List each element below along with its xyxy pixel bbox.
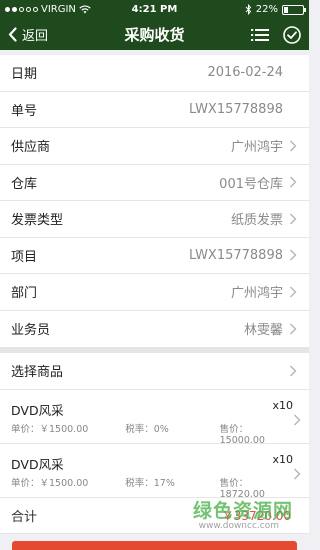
form-row[interactable]: 供应商 广州鸿宇 [0,128,309,165]
product-name: DVD风采 [11,402,64,418]
form-row-label: 业务员 [11,323,51,339]
form-row-value: LWX15778898 [189,247,283,263]
form-row-value: 001号仓库 [219,176,283,192]
chevron-left-icon [8,27,17,42]
form-row-label: 供应商 [11,140,51,156]
chevron-right-icon [289,365,297,377]
select-goods-row[interactable]: 选择商品 [0,353,309,390]
form-row[interactable]: 业务员 林雯馨 [0,311,309,348]
status-bar: VIRGIN 4:21 PM 22% [0,0,309,19]
form-row[interactable]: 项目 LWX15778898 [0,238,309,274]
chevron-right-icon [289,140,297,152]
status-right: 22% [245,4,306,15]
form-row-value: 林雯馨 [243,323,283,339]
product-sale-price: 售价：18720.00 [219,477,265,500]
form-row[interactable]: 发票类型 纸质发票 [0,201,309,238]
form-row: 日期 2016-02-24 [0,55,309,92]
back-button[interactable]: 返回 [0,25,48,44]
product-quantity: x10 [272,398,293,412]
form-row-value: LWX15778898 [189,101,283,117]
product-item[interactable]: DVD风采 x10 单价：￥1500.00 税率：17% 售价：18720.00 [0,444,309,500]
chevron-right-icon [289,213,297,225]
product-meta: 单价：￥1500.00 税率：0% 售价：15000.00 [11,421,293,446]
total-label: 合计 [11,509,38,525]
chevron-right-icon [293,411,301,430]
product-tax-rate: 税率：17% [125,477,175,489]
product-tax-rate: 税率：0% [125,423,169,435]
form-row-value: 广州鸿宇 [230,286,283,302]
form-row[interactable]: 部门 广州鸿宇 [0,274,309,311]
list-icon [251,28,269,41]
product-list: DVD风采 x10 单价：￥1500.00 税率：0% 售价：15000.00 DVD风采… [0,390,309,500]
nav-bar: 返回 采购收货 [0,19,309,50]
form-row-label: 单号 [11,103,38,119]
form-row[interactable]: 仓库 001号仓库 [0,165,309,201]
total-row: 合计 ￥33720.00 [0,498,309,534]
form-row-value: 纸质发票 [230,213,283,229]
product-quantity: x10 [272,452,293,466]
form-row-value: 广州鸿宇 [230,140,283,156]
chevron-right-icon [289,176,297,188]
signal-icon [5,7,38,12]
chevron-right-icon [293,465,301,484]
product-sale-price: 售价：15000.00 [219,423,265,446]
chevron-right-icon [289,286,297,298]
carrier-name: VIRGIN [41,4,76,15]
form-row-label: 仓库 [11,176,38,192]
confirm-button[interactable] [283,25,301,44]
nav-actions [251,25,309,44]
bluetooth-icon [245,4,251,15]
chevron-right-icon [289,323,297,335]
submit-button[interactable] [12,541,297,550]
product-meta: 单价：￥1500.00 税率：17% 售价：18720.00 [11,475,293,500]
battery-percent: 22% [255,4,278,15]
wifi-icon [79,5,91,14]
form-row-label: 部门 [11,286,38,302]
battery-level [284,6,288,13]
product-unit-price: 单价：￥1500.00 [11,423,89,435]
form-section: 日期 2016-02-24 单号 LWX15778898 供应商 广州鸿宇 仓库 001号仓库… [0,55,309,347]
form-row-label: 日期 [11,67,38,83]
form-row-label: 项目 [11,249,38,265]
select-goods-label: 选择商品 [11,365,64,381]
form-row: 单号 LWX15778898 [0,92,309,128]
product-unit-price: 单价：￥1500.00 [11,477,89,489]
check-circle-icon [283,25,301,44]
product-item[interactable]: DVD风采 x10 单价：￥1500.00 税率：0% 售价：15000.00 [0,390,309,446]
chevron-right-icon [289,249,297,261]
form-row-value: 2016-02-24 [207,65,283,81]
status-left: VIRGIN [5,4,91,15]
form-row-label: 发票类型 [11,213,64,229]
back-label: 返回 [22,29,49,44]
product-name: DVD风采 [11,456,64,472]
total-amount: ￥33720.00 [221,508,291,523]
goods-section: 选择商品 DVD风采 x10 单价：￥1500.00 税率：0% 售价：15000.00… [0,353,309,534]
list-button[interactable] [251,28,269,42]
battery-icon [282,4,306,15]
